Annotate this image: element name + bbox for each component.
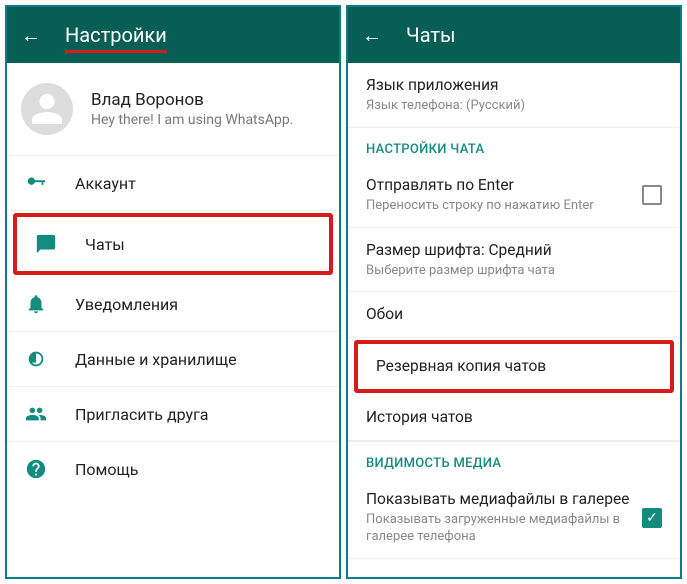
setting-subtitle: Язык телефона: (Русский) <box>366 98 662 115</box>
settings-item-invite[interactable]: Пригласить друга <box>7 387 339 442</box>
highlight-chats: Чаты <box>13 213 333 275</box>
settings-item-data[interactable]: Данные и хранилище <box>7 332 339 387</box>
settings-item-notifications[interactable]: Уведомления <box>7 277 339 332</box>
highlight-backup: Резервная копия чатов <box>354 340 674 393</box>
back-icon[interactable]: ← <box>362 23 382 48</box>
setting-subtitle: Показывать загруженные медиафайлы в гале… <box>366 512 662 546</box>
settings-screen: ← Настройки Влад Воронов Hey there! I am… <box>5 5 341 579</box>
setting-subtitle: Выберите размер шрифта чата <box>366 263 662 280</box>
chats-settings-screen: ← Чаты Язык приложения Язык телефона: (Р… <box>346 5 682 579</box>
profile-text: Влад Воронов Hey there! I am using Whats… <box>91 90 293 128</box>
setting-title: Резервная копия чатов <box>376 356 652 377</box>
avatar <box>21 83 73 135</box>
profile-name: Влад Воронов <box>91 90 293 110</box>
setting-enter-send[interactable]: Отправлять по Enter Переносить строку по… <box>348 163 680 228</box>
header-bar: ← Чаты <box>348 7 680 63</box>
key-icon <box>21 172 51 194</box>
setting-wallpaper[interactable]: Обои <box>348 292 680 338</box>
setting-title: История чатов <box>366 407 662 428</box>
chats-settings-content: Язык приложения Язык телефона: (Русский)… <box>348 63 680 577</box>
checkbox-unchecked[interactable] <box>642 185 662 205</box>
bell-icon <box>21 293 51 315</box>
setting-media-visibility[interactable]: Показывать медиафайлы в галерее Показыва… <box>348 477 680 559</box>
help-icon <box>21 458 51 480</box>
back-icon[interactable]: ← <box>21 23 41 48</box>
header-title: Чаты <box>406 23 456 47</box>
section-media-visibility: ВИДИМОСТЬ МЕДИА <box>348 441 680 477</box>
setting-app-language[interactable]: Язык приложения Язык телефона: (Русский) <box>348 63 680 128</box>
settings-item-account[interactable]: Аккаунт <box>7 156 339 211</box>
data-icon <box>21 348 51 370</box>
profile-status: Hey there! I am using WhatsApp. <box>91 112 293 128</box>
item-label: Уведомления <box>75 295 178 314</box>
item-label: Данные и хранилище <box>75 350 237 369</box>
item-label: Помощь <box>75 460 138 479</box>
settings-item-chats[interactable]: Чаты <box>17 217 329 271</box>
item-label: Пригласить друга <box>75 405 209 424</box>
item-label: Чаты <box>85 235 125 254</box>
chat-icon <box>31 233 61 255</box>
setting-chat-backup[interactable]: Резервная копия чатов <box>358 344 670 389</box>
setting-title: Размер шрифта: Средний <box>366 240 662 261</box>
setting-title: Язык приложения <box>366 75 662 96</box>
setting-chat-history[interactable]: История чатов <box>348 395 680 441</box>
item-label: Аккаунт <box>75 174 136 193</box>
setting-subtitle: Переносить строку по нажатию Enter <box>366 198 662 215</box>
header-title: Настройки <box>65 23 167 47</box>
setting-title: Отправлять по Enter <box>366 175 662 196</box>
setting-font-size[interactable]: Размер шрифта: Средний Выберите размер ш… <box>348 228 680 293</box>
people-icon <box>21 403 51 425</box>
setting-title: Обои <box>366 304 662 325</box>
profile-row[interactable]: Влад Воронов Hey there! I am using Whats… <box>7 63 339 156</box>
checkbox-checked[interactable]: ✓ <box>642 508 662 528</box>
settings-content: Влад Воронов Hey there! I am using Whats… <box>7 63 339 577</box>
section-chat-settings: НАСТРОЙКИ ЧАТА <box>348 128 680 163</box>
settings-item-help[interactable]: Помощь <box>7 442 339 496</box>
setting-title: Показывать медиафайлы в галерее <box>366 489 662 510</box>
header-bar: ← Настройки <box>7 7 339 63</box>
